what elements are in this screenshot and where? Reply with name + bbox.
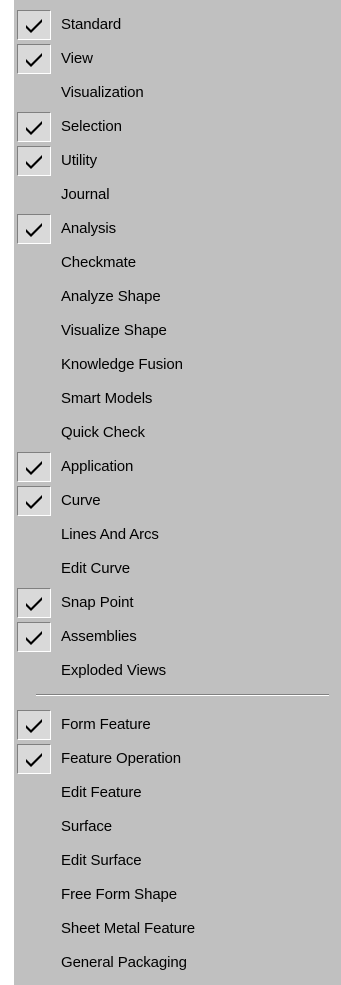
- menu-item-selection[interactable]: Selection: [14, 110, 341, 144]
- menu-item-surface[interactable]: Surface: [14, 810, 341, 844]
- check-box: [17, 316, 51, 346]
- check-box: [17, 520, 51, 550]
- check-box: [17, 710, 51, 740]
- menu-item-edit-curve[interactable]: Edit Curve: [14, 552, 341, 586]
- checkmark-icon: [26, 495, 42, 509]
- menu-item-label: Surface: [61, 818, 112, 835]
- menu-item-application[interactable]: Application: [14, 450, 341, 484]
- check-box: [17, 914, 51, 944]
- menu-item-label: General Packaging: [61, 954, 187, 971]
- check-box: [17, 554, 51, 584]
- menu-item-quick-check[interactable]: Quick Check: [14, 416, 341, 450]
- menu-item-label: Journal: [61, 186, 110, 203]
- menu-item-snap-point[interactable]: Snap Point: [14, 586, 341, 620]
- menu-item-label: Selection: [61, 118, 122, 135]
- menu-item-label: Checkmate: [61, 254, 136, 271]
- menu-item-label: Exploded Views: [61, 662, 167, 679]
- menu-item-general-packaging[interactable]: General Packaging: [14, 946, 341, 980]
- check-box: [17, 180, 51, 210]
- menu-item-utility[interactable]: Utility: [14, 144, 341, 178]
- check-box: [17, 778, 51, 808]
- menu-item-label: Visualize Shape: [61, 322, 167, 339]
- checkmark-icon: [26, 223, 42, 237]
- check-box: [17, 44, 51, 74]
- checkmark-icon: [26, 719, 42, 733]
- menu-item-sheet-metal-feature[interactable]: Sheet Metal Feature: [14, 912, 341, 946]
- menu-item-edit-surface[interactable]: Edit Surface: [14, 844, 341, 878]
- menu-item-free-form-shape[interactable]: Free Form Shape: [14, 878, 341, 912]
- checkmark-icon: [26, 121, 42, 135]
- menu-item-standard[interactable]: Standard: [14, 8, 341, 42]
- check-box: [17, 846, 51, 876]
- check-box: [17, 248, 51, 278]
- menu-item-label: Edit Surface: [61, 852, 142, 869]
- menu-item-visualization[interactable]: Visualization: [14, 76, 341, 110]
- checkmark-icon: [26, 461, 42, 475]
- menu-item-knowledge-fusion[interactable]: Knowledge Fusion: [14, 348, 341, 382]
- checkmark-icon: [26, 19, 42, 33]
- checkmark-icon: [26, 53, 42, 67]
- menu-item-label: Knowledge Fusion: [61, 356, 183, 373]
- check-box: [17, 384, 51, 414]
- checkmark-icon: [26, 597, 42, 611]
- check-box: [17, 486, 51, 516]
- menu-item-form-feature[interactable]: Form Feature: [14, 708, 341, 742]
- check-box: [17, 78, 51, 108]
- menu-item-label: View: [61, 50, 93, 67]
- menu-item-label: Edit Curve: [61, 560, 131, 577]
- menu-item-curve[interactable]: Curve: [14, 484, 341, 518]
- menu-item-checkmate[interactable]: Checkmate: [14, 246, 341, 280]
- menu-item-label: Snap Point: [61, 594, 134, 611]
- check-box: [17, 10, 51, 40]
- check-box: [17, 282, 51, 312]
- menu-item-label: Assemblies: [61, 628, 137, 645]
- menu-item-analyze-shape[interactable]: Analyze Shape: [14, 280, 341, 314]
- menu-item-label: Visualization: [61, 84, 144, 101]
- menu-item-analysis[interactable]: Analysis: [14, 212, 341, 246]
- check-box: [17, 656, 51, 686]
- check-box: [17, 744, 51, 774]
- menu-item-label: Free Form Shape: [61, 886, 178, 903]
- menu-item-label: Standard: [61, 16, 122, 33]
- menu-item-visualize-shape[interactable]: Visualize Shape: [14, 314, 341, 348]
- check-box: [17, 880, 51, 910]
- menu-item-label: Lines And Arcs: [61, 526, 159, 543]
- check-box: [17, 350, 51, 380]
- menu-item-list: Standard View Visualization Selection Utilit…: [14, 8, 341, 980]
- menu-item-label: Sheet Metal Feature: [61, 920, 196, 937]
- menu-item-journal[interactable]: Journal: [14, 178, 341, 212]
- check-box: [17, 588, 51, 618]
- menu-item-label: Application: [61, 458, 134, 475]
- menu-item-label: Edit Feature: [61, 784, 142, 801]
- menu-item-label: Form Feature: [61, 716, 151, 733]
- menu-item-view[interactable]: View: [14, 42, 341, 76]
- menu-item-label: Quick Check: [61, 424, 145, 441]
- check-box: [17, 948, 51, 978]
- menu-item-label: Curve: [61, 492, 101, 509]
- menu-item-label: Utility: [61, 152, 97, 169]
- menu-item-edit-feature[interactable]: Edit Feature: [14, 776, 341, 810]
- check-box: [17, 112, 51, 142]
- check-box: [17, 418, 51, 448]
- menu-item-exploded-views[interactable]: Exploded Views: [14, 654, 341, 688]
- menu-item-smart-models[interactable]: Smart Models: [14, 382, 341, 416]
- menu-item-feature-operation[interactable]: Feature Operation: [14, 742, 341, 776]
- menu-item-label: Analysis: [61, 220, 117, 237]
- check-box: [17, 812, 51, 842]
- checkmark-icon: [26, 631, 42, 645]
- separator-line: [36, 694, 329, 696]
- check-box: [17, 622, 51, 652]
- check-box: [17, 452, 51, 482]
- menu-separator: [14, 688, 341, 708]
- check-box: [17, 214, 51, 244]
- menu-item-lines-and-arcs[interactable]: Lines And Arcs: [14, 518, 341, 552]
- check-box: [17, 146, 51, 176]
- menu-item-label: Analyze Shape: [61, 288, 161, 305]
- checkmark-icon: [26, 753, 42, 767]
- toolbars-menu: Standard View Visualization Selection Utilit…: [14, 0, 341, 985]
- menu-item-label: Smart Models: [61, 390, 153, 407]
- menu-item-label: Feature Operation: [61, 750, 182, 767]
- checkmark-icon: [26, 155, 42, 169]
- menu-item-assemblies[interactable]: Assemblies: [14, 620, 341, 654]
